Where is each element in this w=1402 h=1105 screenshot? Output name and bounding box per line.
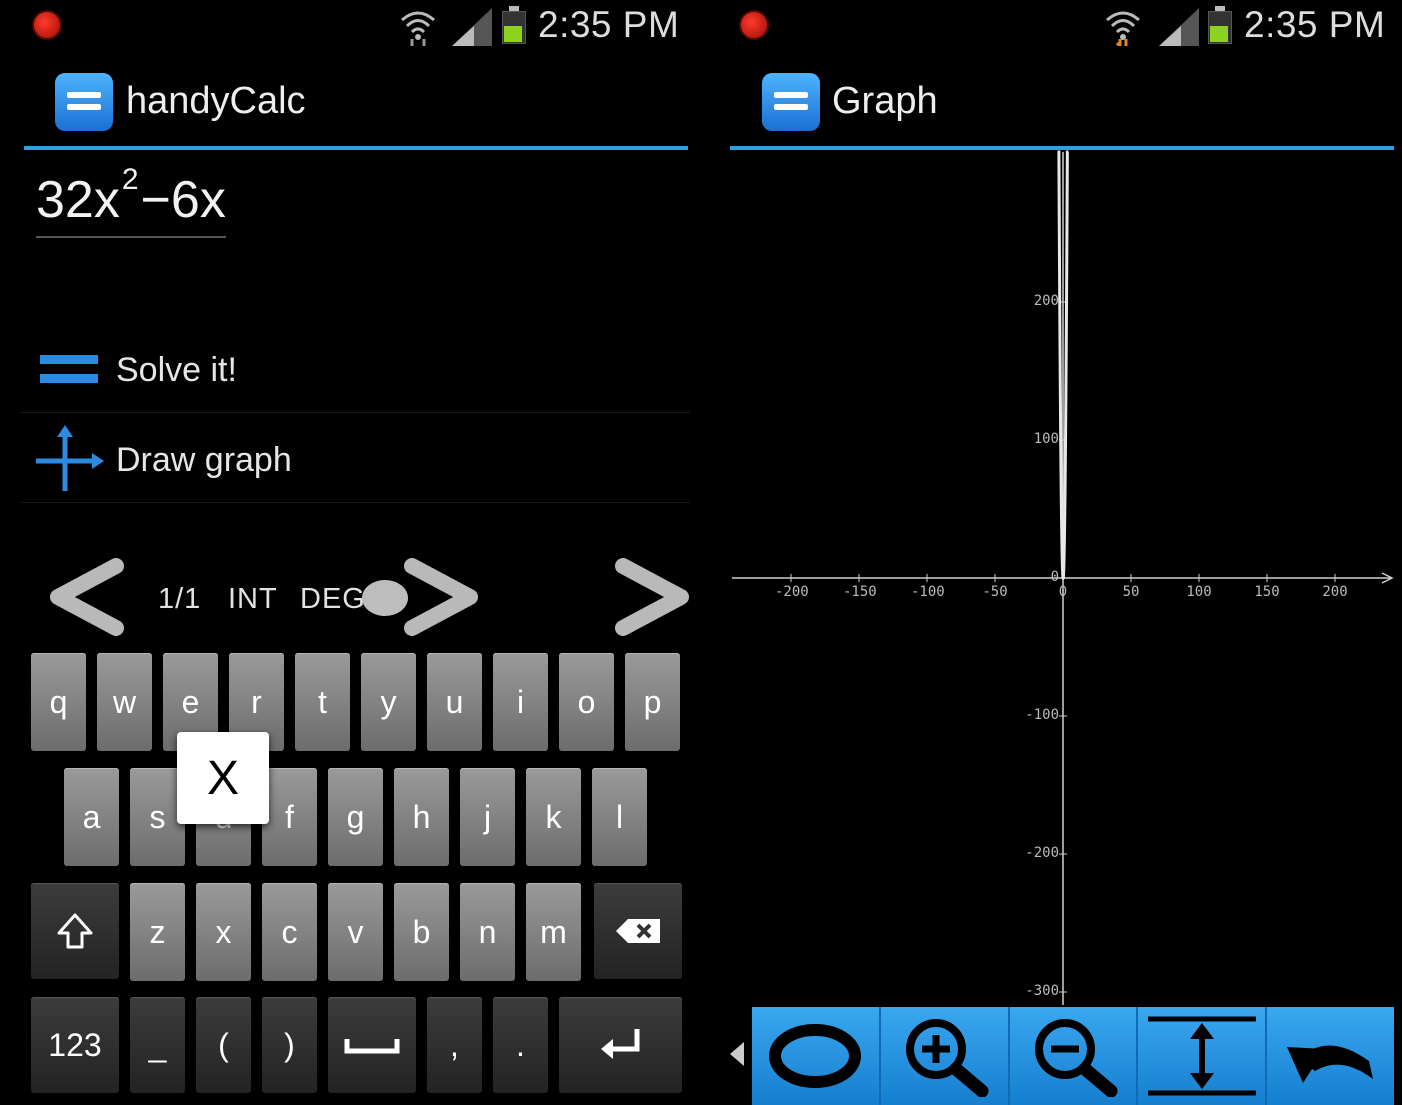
x-tick-label: 200 xyxy=(1322,584,1348,600)
x-tick-label: 50 xyxy=(1122,584,1140,600)
y-tick-label: -100 xyxy=(1025,707,1059,723)
function-graph[interactable] xyxy=(0,0,1402,1105)
fit-vertical-icon xyxy=(1147,1016,1256,1096)
x-tick-label: -100 xyxy=(911,584,945,600)
y-tick-label: 200 xyxy=(1033,293,1059,309)
y-tick-label: -300 xyxy=(1025,983,1059,999)
graph-toolbar xyxy=(752,1007,1394,1105)
x-tick-label: 150 xyxy=(1254,584,1280,600)
x-tick-label: 100 xyxy=(1186,584,1212,600)
reset-icon xyxy=(769,1024,862,1088)
undo-button[interactable] xyxy=(1267,1007,1394,1105)
y-tick-label: 100 xyxy=(1033,431,1059,447)
fit-vertical-button[interactable] xyxy=(1138,1007,1268,1105)
toolbar-collapse-icon[interactable] xyxy=(730,1042,744,1066)
x-tick-label: -150 xyxy=(843,584,877,600)
zoom-out-button[interactable] xyxy=(1009,1007,1139,1105)
x-tick-label: 0 xyxy=(1058,584,1068,600)
y-tick-label: -200 xyxy=(1025,845,1059,861)
zoom-in-button[interactable] xyxy=(880,1007,1010,1105)
zoom-out-icon xyxy=(1034,1019,1118,1097)
y-tick-label: 0 xyxy=(1050,569,1059,585)
zoom-in-icon xyxy=(906,1019,989,1097)
reset-view-button[interactable] xyxy=(752,1007,881,1105)
undo-icon xyxy=(1286,1045,1373,1083)
x-tick-label: -200 xyxy=(775,584,809,600)
x-tick-label: -50 xyxy=(982,584,1008,600)
